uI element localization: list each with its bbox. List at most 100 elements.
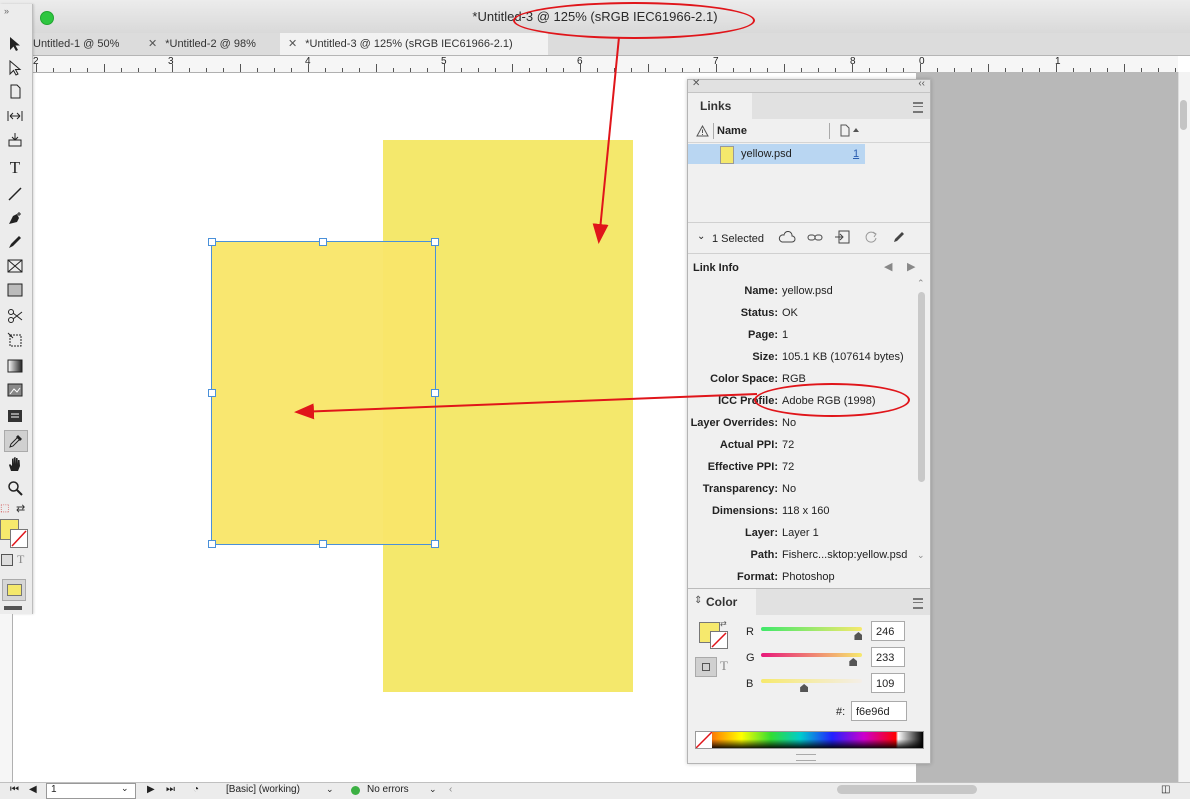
page-column-icon[interactable]: [839, 124, 861, 137]
chevron-down-icon[interactable]: ⌄: [429, 784, 437, 795]
scroll-down-icon[interactable]: ⌄: [917, 550, 925, 561]
panel-menu-icon[interactable]: [913, 102, 923, 113]
resize-handle[interactable]: [319, 540, 327, 548]
type-tool-icon[interactable]: T: [4, 158, 26, 178]
page-number-field[interactable]: 1 ⌄: [46, 783, 136, 799]
b-slider[interactable]: [761, 679, 862, 683]
previous-link-icon[interactable]: ◀: [884, 260, 892, 273]
r-value-field[interactable]: 246: [871, 621, 905, 641]
resize-handle[interactable]: [208, 389, 216, 397]
scroll-up-icon[interactable]: ⌃: [917, 278, 925, 289]
next-link-icon[interactable]: ▶: [907, 260, 915, 273]
eyedropper-tool-icon[interactable]: [4, 430, 28, 452]
formatting-container-icon[interactable]: [695, 657, 717, 677]
resize-handle[interactable]: [431, 238, 439, 246]
screen-mode-button[interactable]: [2, 579, 26, 601]
cloud-icon[interactable]: [778, 231, 796, 244]
selection-frame[interactable]: [208, 238, 439, 548]
next-page-icon[interactable]: ▶: [147, 784, 155, 795]
error-status[interactable]: No errors: [367, 784, 409, 795]
expand-icon[interactable]: ⇕: [694, 595, 702, 606]
pen-tool-icon[interactable]: [4, 208, 26, 228]
warning-icon[interactable]: [696, 125, 709, 137]
stroke-swatch[interactable]: [10, 529, 28, 548]
formatting-container-icon[interactable]: [1, 554, 13, 566]
content-collector-tool-icon[interactable]: [4, 130, 26, 150]
none-swatch-icon[interactable]: [696, 732, 712, 748]
preflight-profile[interactable]: [Basic] (working): [226, 784, 300, 795]
preflight-icon[interactable]: ◔: [193, 784, 199, 795]
resize-handle[interactable]: [431, 540, 439, 548]
go-to-link-icon[interactable]: [834, 230, 850, 244]
tab-untitled-3[interactable]: ✕ *Untitled-3 @ 125% (sRGB IEC61966-2.1): [280, 33, 548, 55]
close-icon[interactable]: ✕: [148, 38, 157, 50]
zoom-tool-icon[interactable]: [4, 478, 26, 498]
chevron-down-icon[interactable]: ⌄: [697, 231, 705, 242]
tab-untitled-1[interactable]: Untitled-1 @ 50%: [33, 33, 138, 55]
edit-original-icon[interactable]: [892, 230, 906, 244]
pencil-tool-icon[interactable]: [4, 232, 26, 252]
g-value-field[interactable]: 233: [871, 647, 905, 667]
gradient-feather-tool-icon[interactable]: [4, 380, 26, 400]
rectangle-tool-icon[interactable]: [4, 280, 26, 300]
previous-page-icon[interactable]: ◀: [29, 784, 37, 795]
r-label: R: [746, 626, 754, 638]
view-split-icon[interactable]: ◫: [1161, 784, 1170, 795]
page-tool-icon[interactable]: [4, 82, 26, 102]
swap-colors-icon[interactable]: ⇄: [720, 619, 727, 628]
g-slider[interactable]: [761, 653, 862, 657]
more-tools-indicator: [4, 606, 22, 610]
vertical-ruler[interactable]: [0, 614, 13, 782]
close-icon[interactable]: ✕: [692, 78, 700, 89]
chevron-down-icon[interactable]: ⌄: [326, 784, 334, 795]
name-column-header[interactable]: Name: [717, 125, 747, 137]
horizontal-ruler[interactable]: 2 3 4 5 6 7 8 0 1: [33, 56, 1178, 73]
hand-tool-icon[interactable]: [4, 454, 26, 474]
direct-selection-tool-icon[interactable]: [4, 58, 26, 78]
tab-links[interactable]: Links: [688, 93, 752, 119]
vertical-scroll-thumb[interactable]: [1180, 100, 1187, 130]
tab-untitled-2[interactable]: ✕ *Untitled-2 @ 98%: [140, 33, 283, 55]
update-link-icon[interactable]: [864, 230, 878, 244]
vertical-scrollbar[interactable]: [1178, 72, 1190, 782]
b-value-field[interactable]: 109: [871, 673, 905, 693]
hex-value-field[interactable]: f6e96d: [851, 701, 907, 721]
scroll-thumb[interactable]: [918, 292, 925, 482]
link-page-number[interactable]: 1: [853, 148, 859, 160]
formatting-text-icon[interactable]: T: [17, 552, 24, 567]
resize-handle[interactable]: [208, 238, 216, 246]
gap-tool-icon[interactable]: [4, 106, 26, 126]
b-slider-thumb[interactable]: [800, 684, 809, 692]
color-stroke-swatch[interactable]: [710, 631, 728, 649]
panel-menu-icon[interactable]: [913, 598, 923, 609]
resize-handle[interactable]: [319, 238, 327, 246]
swap-colors-icon[interactable]: ⇄: [16, 502, 25, 515]
link-info-scrollbar[interactable]: ⌃ ⌄: [917, 278, 927, 566]
r-slider[interactable]: [761, 627, 862, 631]
resize-handle[interactable]: [208, 540, 216, 548]
gradient-tool-icon[interactable]: [4, 356, 26, 376]
resize-handle[interactable]: [431, 389, 439, 397]
r-slider-thumb[interactable]: [854, 632, 863, 640]
resize-grip[interactable]: [796, 754, 816, 761]
horizontal-scroll-thumb[interactable]: [837, 785, 977, 794]
chevron-down-icon[interactable]: ⌄: [121, 783, 129, 794]
note-tool-icon[interactable]: [4, 406, 26, 426]
relink-icon[interactable]: [807, 231, 823, 244]
free-transform-tool-icon[interactable]: [4, 330, 26, 350]
rectangle-frame-tool-icon[interactable]: [4, 256, 26, 276]
link-row-yellow-psd[interactable]: yellow.psd 1: [688, 144, 865, 164]
scroll-left-icon[interactable]: ‹: [449, 784, 452, 795]
first-page-icon[interactable]: ⏮: [10, 784, 19, 795]
collapse-icon[interactable]: »: [4, 6, 9, 16]
scissors-tool-icon[interactable]: [4, 306, 26, 326]
g-slider-thumb[interactable]: [849, 658, 858, 666]
selection-tool-icon[interactable]: [4, 34, 26, 54]
color-spectrum-ramp[interactable]: [695, 731, 924, 749]
close-icon[interactable]: ✕: [288, 38, 297, 50]
collapse-icon[interactable]: ‹‹: [918, 78, 925, 89]
line-tool-icon[interactable]: [4, 184, 26, 204]
last-page-icon[interactable]: ⏭: [166, 784, 175, 795]
default-colors-icon[interactable]: ⬚: [0, 503, 9, 514]
formatting-text-icon[interactable]: T: [720, 658, 728, 674]
